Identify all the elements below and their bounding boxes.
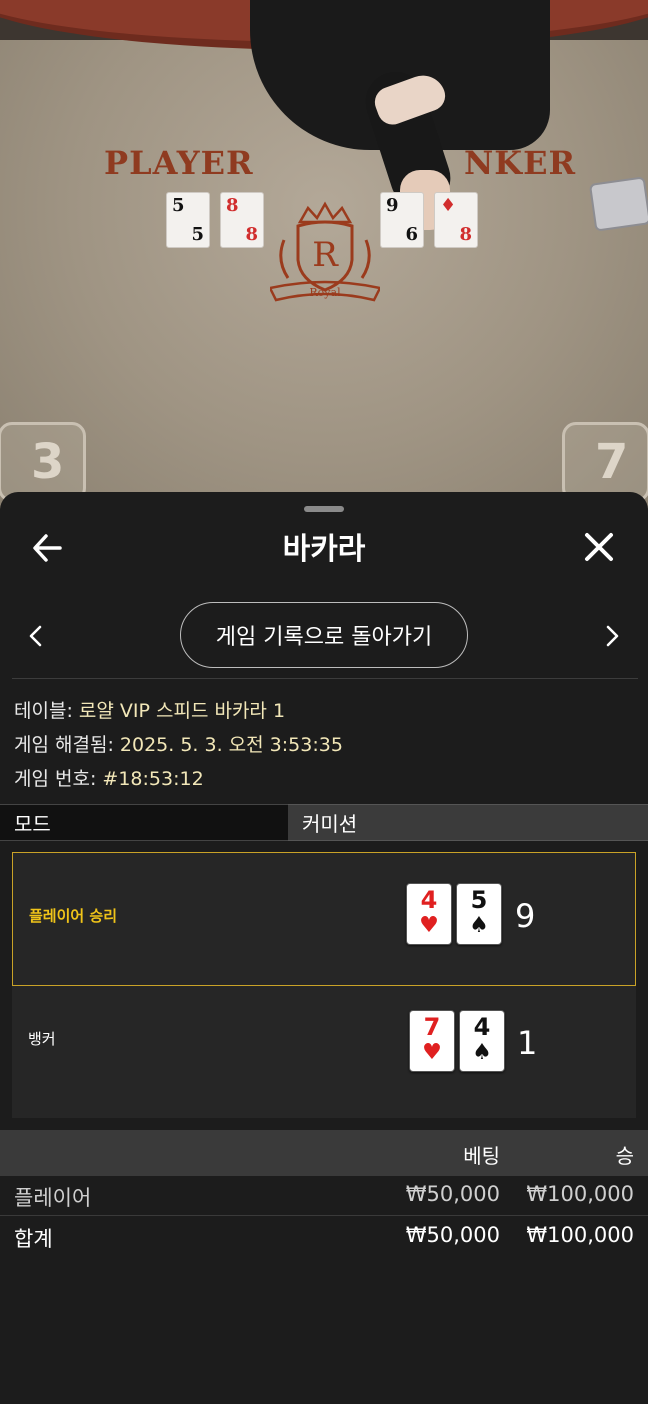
felt-banker-label: NKER [464,144,577,182]
tab-commission[interactable]: 커미션 [288,804,648,841]
banker-score-tile: 7 [562,422,648,502]
banker-total: 1 [517,1024,538,1062]
column-header-win: 승 [615,1144,634,1168]
round-navigation: 게임 기록으로 돌아가기 [0,600,648,670]
win-amount: ₩100,000 [526,1182,634,1206]
game-number-value: #18:53:12 [102,768,204,790]
table-info: 테이블: 로얄 VIP 스피드 바카라 1 [14,696,285,723]
total-label: 합계 [14,1227,53,1251]
chevron-right-icon[interactable] [600,624,624,648]
drag-handle[interactable] [304,506,344,512]
banker-result: 뱅커 7 ♥ 4 ♠ 1 [12,986,636,1118]
table-card: 55 [166,192,210,248]
heart-icon: ♥ [422,1040,442,1065]
svg-text:Royal: Royal [309,286,341,299]
svg-text:R: R [312,235,339,275]
resolved-info-label: 게임 해결됨: [14,734,114,756]
heart-icon: ♥ [419,913,439,938]
banker-card: 7 ♥ [409,1010,455,1072]
table-card: ♦ 8 [434,192,478,248]
page-title: 바카라 [282,532,366,567]
resolved-info-value: 2025. 5. 3. 오전 3:53:35 [119,734,343,756]
divider [12,678,638,679]
table-card: 96 [380,192,424,248]
bets-table-header: 베팅 승 [0,1130,648,1176]
banker-result-label: 뱅커 [28,1030,56,1048]
player-card: 5 ♠ [456,883,502,945]
card-shoe [588,176,648,232]
total-win-amount: ₩100,000 [526,1223,634,1247]
game-history-sheet: 바카라 게임 기록으로 돌아가기 테이블: 로얄 VIP 스피드 바카라 1 게… [0,492,648,1404]
game-number-label: 게임 번호: [14,768,97,790]
close-icon[interactable] [580,528,618,566]
table-row: 플레이어 ₩50,000 ₩100,000 [0,1176,648,1216]
tab-mode[interactable]: 모드 [0,804,288,841]
game-number-info: 게임 번호: #18:53:12 [14,764,204,791]
player-result: 플레이어 승리 4 ♥ 5 ♠ 9 [12,852,636,986]
mode-tabs: 모드 커미션 [0,804,648,841]
bet-name: 플레이어 [14,1186,92,1210]
chevron-left-icon[interactable] [24,624,48,648]
table-info-label: 테이블: [14,700,73,722]
total-bet-amount: ₩50,000 [405,1223,500,1247]
player-total: 9 [515,897,536,935]
live-video-feed: PLAYER NKER 55 88 96 ♦ 8 R Royal 3 7 [0,0,648,520]
table-card: 88 [220,192,264,248]
felt-player-label: PLAYER [104,144,254,182]
spade-icon: ♠ [469,913,489,938]
spade-icon: ♠ [472,1040,492,1065]
column-header-bet: 베팅 [463,1144,500,1168]
table-info-value: 로얄 VIP 스피드 바카라 1 [78,700,286,722]
banker-card: 4 ♠ [459,1010,505,1072]
player-result-label: 플레이어 승리 [29,907,118,925]
player-card: 4 ♥ [406,883,452,945]
royal-crest-logo: R Royal [270,201,380,302]
player-score-tile: 3 [0,422,86,502]
total-row: 합계 ₩50,000 ₩100,000 [0,1217,648,1257]
bet-amount: ₩50,000 [405,1182,500,1206]
resolved-info: 게임 해결됨: 2025. 5. 3. 오전 3:53:35 [14,730,343,757]
back-to-history-button[interactable]: 게임 기록으로 돌아가기 [180,602,468,668]
